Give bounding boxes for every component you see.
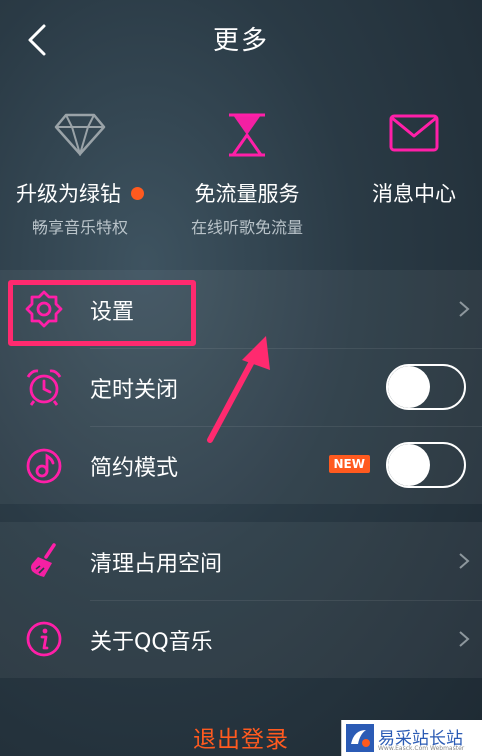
row-label: 简约模式 xyxy=(90,456,179,481)
row-label: 清理占用空间 xyxy=(90,552,223,577)
row-label: 关于QQ音乐 xyxy=(90,630,213,655)
misc-group: 清理占用空间 关于QQ音乐 xyxy=(0,522,482,678)
watermark-logo xyxy=(346,724,374,752)
watermark-subtext: Www.Easck.Com Webmaster xyxy=(378,745,465,752)
feature-subtitle: 在线听歌免流量 xyxy=(190,218,303,237)
watermark: 易采站长站 Www.Easck.Com Webmaster xyxy=(341,720,482,756)
chevron-right-icon xyxy=(459,553,470,569)
chevron-right-icon xyxy=(459,301,470,317)
feature-title: 升级为绿钻 xyxy=(0,178,160,208)
annotation-arrow xyxy=(207,336,270,443)
info-icon xyxy=(26,621,62,657)
toggle-knob xyxy=(388,444,430,486)
simple-mode-toggle[interactable] xyxy=(386,442,466,488)
envelope-icon xyxy=(389,114,439,152)
brush-icon xyxy=(31,543,56,577)
header: 更多 xyxy=(0,0,482,80)
hourglass-icon xyxy=(229,113,265,157)
about-row[interactable]: 关于QQ音乐 xyxy=(0,600,482,678)
notification-dot xyxy=(131,187,144,200)
new-badge: NEW xyxy=(328,455,370,473)
timer-close-toggle[interactable] xyxy=(386,364,466,410)
feature-subtitle: 畅享音乐特权 xyxy=(31,218,128,237)
diamond-icon xyxy=(54,113,106,156)
settings-highlight-box xyxy=(8,280,196,346)
feature-message-center[interactable]: 消息中心 xyxy=(334,100,482,206)
toggle-knob xyxy=(388,366,430,408)
music-note-icon xyxy=(26,448,62,484)
feature-title: 消息中心 xyxy=(372,182,456,206)
feature-green-diamond[interactable]: 升级为绿钻 畅享音乐特权 xyxy=(0,100,160,237)
row-label: 定时关闭 xyxy=(90,378,179,403)
feature-data-free[interactable]: 免流量服务 在线听歌免流量 xyxy=(167,100,327,237)
page-title: 更多 xyxy=(212,26,269,56)
chevron-right-icon xyxy=(459,631,470,647)
feature-title: 免流量服务 xyxy=(194,182,300,206)
feature-row: 升级为绿钻 畅享音乐特权 免流量服务 在线听歌免流量 消息中心 xyxy=(0,100,482,260)
clear-storage-row[interactable]: 清理占用空间 xyxy=(0,522,482,600)
alarm-clock-icon xyxy=(26,369,62,406)
